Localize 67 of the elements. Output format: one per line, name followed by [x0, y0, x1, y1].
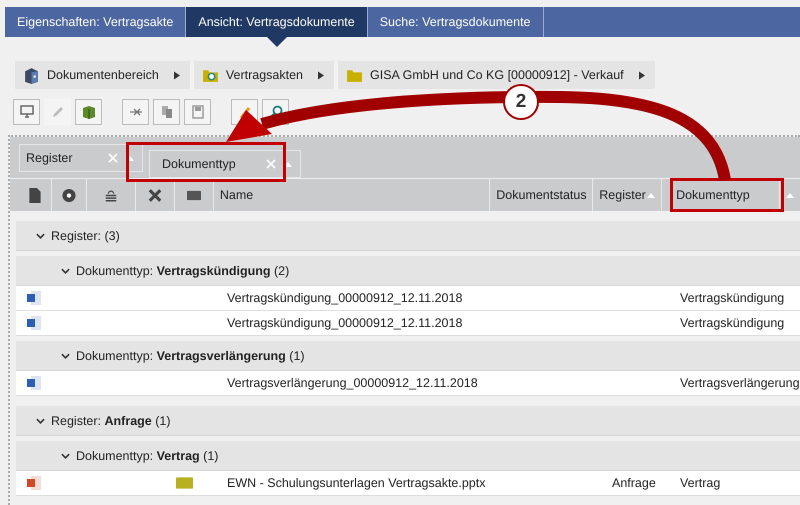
document-row[interactable]: Vertragskündigung_00000912_12.11.2018 Vertragskündigung — [16, 311, 800, 336]
table-cell: Vertrag — [680, 476, 720, 490]
cabinet-icon — [23, 66, 40, 84]
breadcrumb-item[interactable]: GISA GmbH und Co KG [00000912] - Verkauf — [338, 61, 655, 89]
sort-up-icon[interactable] — [126, 156, 134, 160]
group-row[interactable]: Dokumenttyp: Vertrag (1) — [16, 441, 800, 471]
chevron-down-icon — [36, 232, 45, 238]
table-cell: Vertragskündigung — [680, 291, 784, 305]
column-header[interactable]: Register — [593, 179, 662, 211]
breadcrumb-item[interactable]: Vertragsakten — [194, 61, 334, 89]
group-label: Register: Anfrage (1) — [51, 414, 170, 428]
breadcrumb-item[interactable]: Dokumentenbereich — [15, 61, 190, 89]
monitor-button[interactable] — [13, 99, 40, 125]
chevron-icon — [638, 70, 645, 80]
powerpoint-file-icon — [27, 475, 41, 491]
disc-icon — [62, 188, 76, 202]
document-row[interactable]: Vertragsverlängerung_00000912_12.11.2018 Vertragsverlängerung — [16, 371, 800, 396]
chip-label: Dokumenttyp — [162, 157, 237, 171]
chevron-down-icon — [61, 452, 70, 458]
cross-icon — [148, 188, 162, 202]
table-cell: Vertragskündigung — [680, 316, 784, 330]
group-chip[interactable]: Dokumenttyp — [149, 150, 301, 178]
group-label: Dokumenttyp: Vertragsverlängerung (1) — [76, 348, 305, 362]
stack-icon — [104, 188, 118, 202]
group-chip[interactable]: Register — [19, 144, 143, 172]
column-header[interactable]: Dokumentstatus — [490, 179, 594, 211]
tab-pointer — [266, 37, 287, 47]
sort-up-icon[interactable] — [284, 162, 292, 166]
column-label: Register — [599, 188, 646, 202]
document-row[interactable]: Vertragskündigung_00000912_12.11.2018 Vertragskündigung — [16, 286, 800, 311]
monitor-icon — [18, 104, 34, 120]
word-file-icon — [27, 290, 41, 306]
chevron-down-icon — [61, 268, 70, 274]
cube-icon — [80, 104, 96, 120]
column-label: Dokumentstatus — [496, 188, 587, 202]
column-header[interactable]: Dokumenttyp — [662, 179, 780, 211]
column-header[interactable]: Name — [214, 179, 490, 211]
document-row[interactable]: EWN - Schulungsunterlagen Vertragsakte.pptx Anfrage Vertrag — [16, 471, 800, 496]
table-cell: EWN - Schulungsunterlagen Vertragsakte.pptx — [227, 476, 486, 490]
chevron-down-icon — [61, 352, 70, 358]
scissors-button[interactable] — [122, 99, 149, 125]
group-label: Register: (3) — [51, 228, 120, 242]
copy-button[interactable] — [153, 99, 180, 125]
column-label: Dokumenttyp — [676, 188, 750, 202]
word-file-icon — [27, 375, 41, 391]
group-label: Dokumenttyp: Vertragskündigung (2) — [76, 264, 290, 278]
cube-button[interactable] — [75, 99, 102, 125]
chevron-down-icon — [36, 418, 45, 424]
group-label: Dokumenttyp: Vertrag (1) — [76, 448, 218, 462]
save-icon — [190, 104, 206, 120]
table-cell: Vertragskündigung_00000912_12.11.2018 — [227, 291, 462, 305]
group-row[interactable]: Dokumenttyp: Vertragsverlängerung (1) — [16, 341, 800, 371]
chip-label: Register — [26, 151, 74, 165]
table-cell: Vertragsverlängerung — [680, 376, 800, 390]
callout-number: 2 — [503, 84, 539, 120]
save-button[interactable] — [184, 99, 211, 125]
table-cell: Anfrage — [612, 476, 656, 490]
group-row[interactable]: Register: Anfrage (1) — [16, 406, 800, 436]
file-icon — [28, 188, 42, 202]
chevron-icon — [318, 70, 324, 80]
column-label: Name — [220, 188, 254, 202]
group-row[interactable]: Dokumenttyp: Vertragskündigung (2) — [16, 256, 800, 286]
group-row[interactable]: Register: (3) — [16, 221, 800, 251]
table-cell: Vertragskündigung_00000912_12.11.2018 — [227, 316, 462, 330]
table-cell: Vertragsverlängerung_00000912_12.11.2018 — [227, 376, 478, 390]
word-file-icon — [27, 315, 41, 331]
chevron-icon — [174, 70, 180, 80]
